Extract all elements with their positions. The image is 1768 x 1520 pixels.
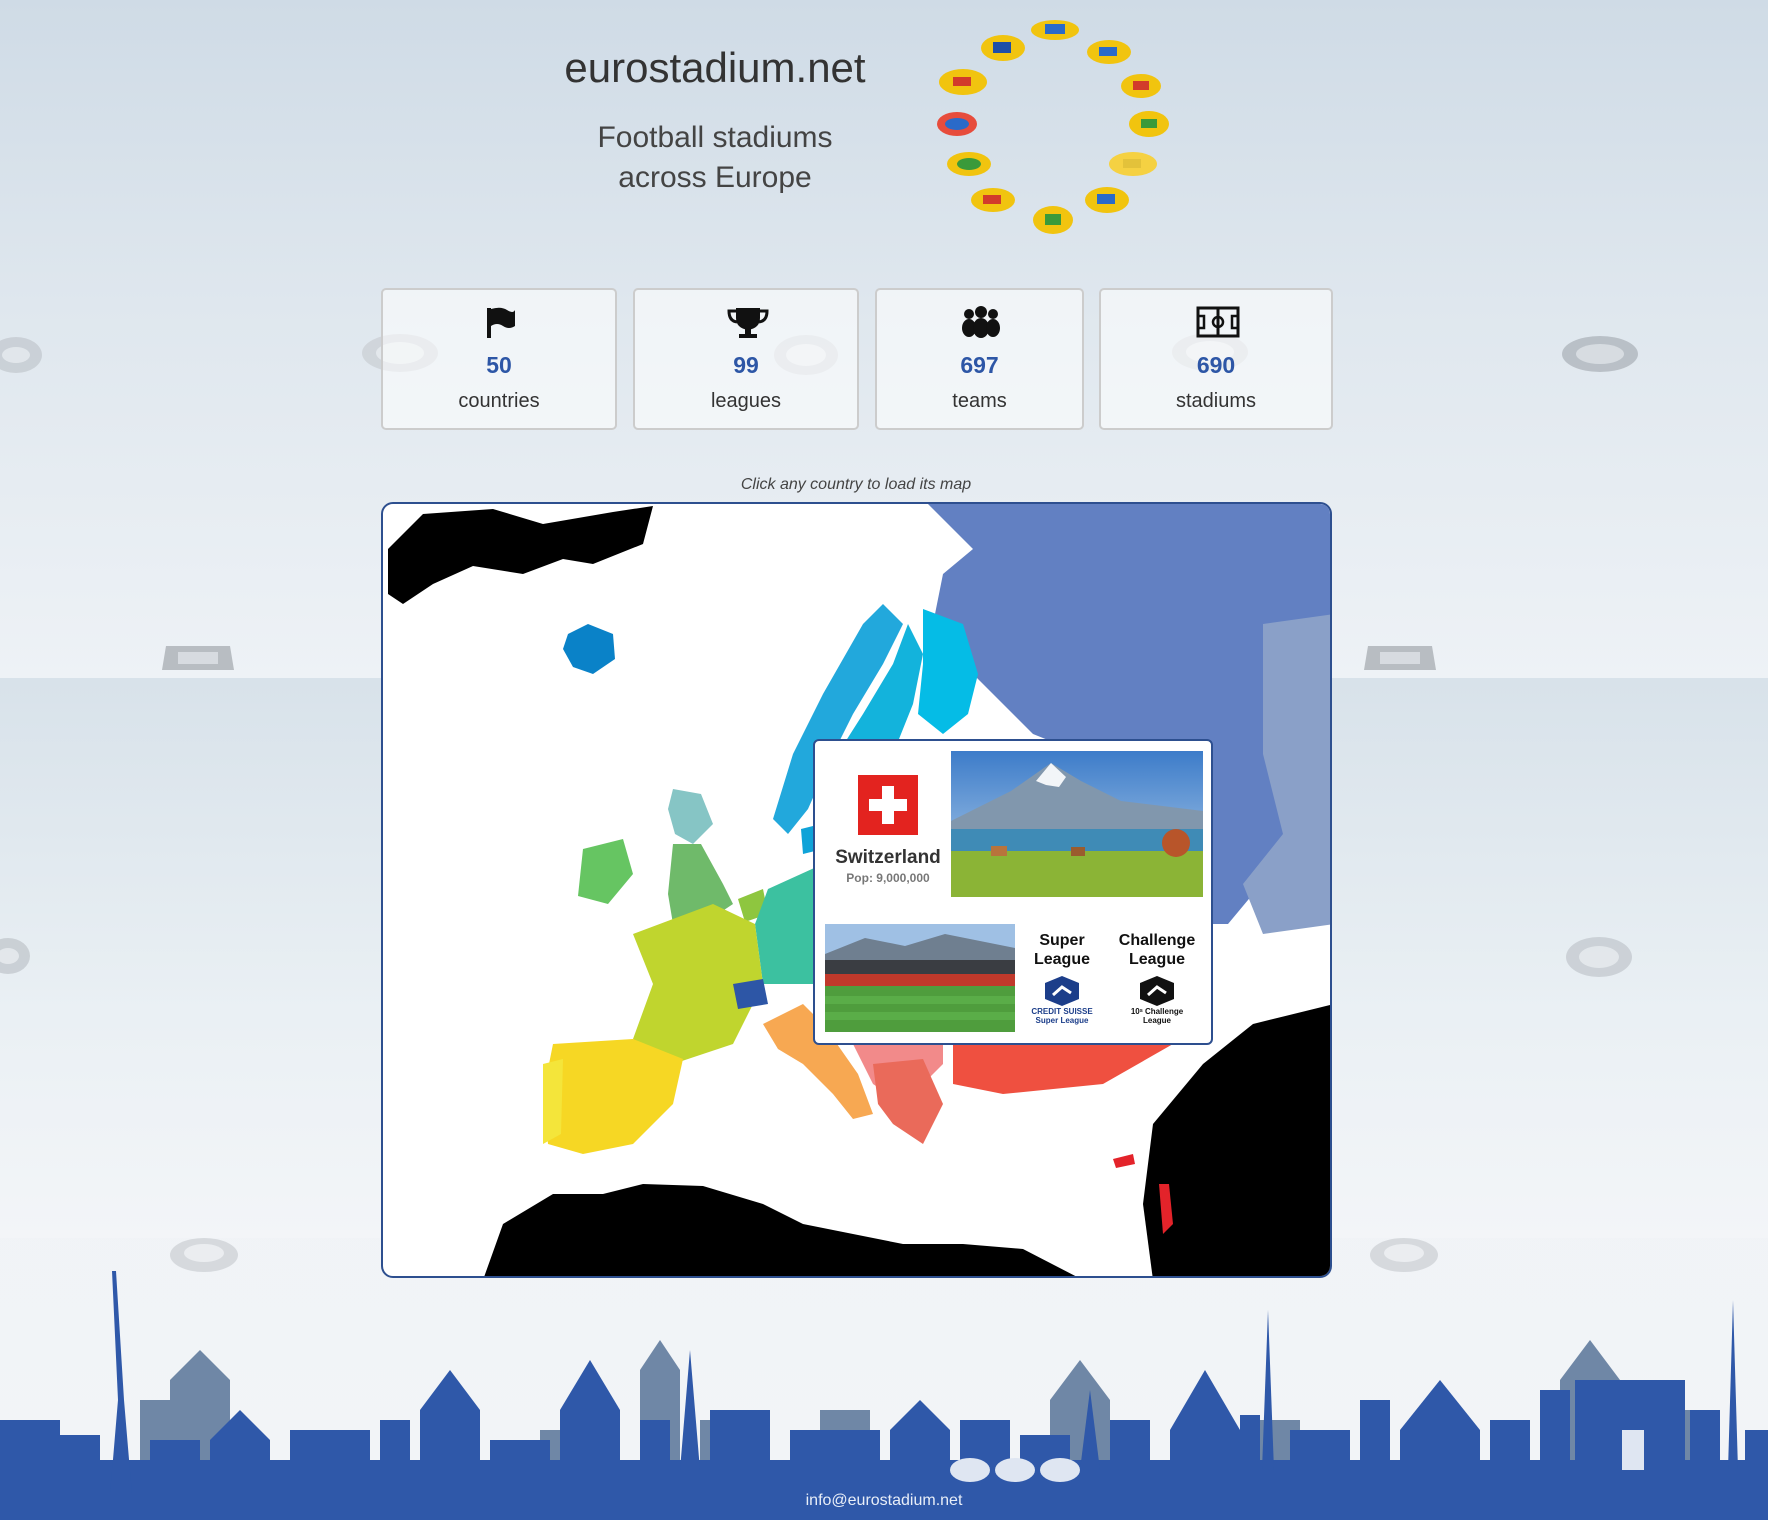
country-popup[interactable]: Switzerland Pop: 9,000,000 Super League <box>813 739 1213 1045</box>
stat-teams[interactable]: 697 teams <box>875 288 1084 430</box>
stadiums-count: 690 <box>1196 352 1236 378</box>
footer-email-link[interactable]: info@eurostadium.net <box>0 1492 1768 1510</box>
trophy-icon <box>727 308 769 338</box>
country-ireland[interactable] <box>578 839 633 904</box>
challenge-league-name-1: Challenge <box>1118 932 1196 949</box>
popup-population: Pop: 9,000,000 <box>846 871 930 885</box>
leagues-count: 99 <box>733 352 759 378</box>
super-league-name-2: League <box>1033 951 1090 968</box>
super-league-caption-2: Super League <box>1035 1016 1089 1025</box>
countries-count: 50 <box>486 352 512 378</box>
country-greenland[interactable] <box>388 506 653 604</box>
pitch-icon <box>1196 306 1240 338</box>
map-hint: Click any country to load its map <box>740 476 972 493</box>
stadium-decoration-icon <box>1562 336 1638 372</box>
challenge-league-name-2: League <box>1128 951 1185 968</box>
stadium-decoration-icon <box>0 938 30 974</box>
popup-country-name[interactable]: Switzerland <box>823 847 953 869</box>
challenge-league-logo-icon <box>1140 976 1174 1006</box>
site-title[interactable]: eurostadium.net <box>520 44 910 92</box>
team-icon <box>962 306 1000 338</box>
league-challenge-league[interactable]: Challenge League 10ˢ Challenge League <box>1112 931 1202 1025</box>
teams-label: teams <box>952 390 1007 412</box>
stadium-decoration-icon <box>170 1238 238 1272</box>
country-landscape-photo[interactable] <box>951 751 1203 897</box>
league-super-league[interactable]: Super League CREDIT SUISSE Super League <box>1017 931 1107 1025</box>
european-skyline <box>0 1271 1768 1520</box>
leagues-label: leagues <box>710 390 782 412</box>
stadium-decoration-icon <box>162 646 234 670</box>
country-cyprus[interactable] <box>1113 1154 1135 1168</box>
logo-stadium-icon <box>937 20 1169 234</box>
tagline-line-1: Football stadiums <box>597 121 833 154</box>
stadiums-label: stadiums <box>1175 390 1257 412</box>
stadium-photo[interactable] <box>825 924 1015 1032</box>
stadium-decoration-icon <box>0 337 42 373</box>
stat-stadiums[interactable]: 690 stadiums <box>1099 288 1333 430</box>
stadium-decoration-icon <box>1370 1238 1438 1272</box>
teams-count: 697 <box>960 352 999 378</box>
stadium-ring-logo[interactable] <box>935 16 1175 241</box>
stadium-decoration-icon <box>1364 646 1436 670</box>
country-portugal[interactable] <box>543 1059 563 1144</box>
stat-countries[interactable]: 50 countries <box>381 288 617 430</box>
stat-leagues[interactable]: 99 leagues <box>633 288 859 430</box>
country-iceland[interactable] <box>563 624 615 674</box>
super-league-logo-icon <box>1045 976 1079 1006</box>
country-switzerland[interactable] <box>733 979 768 1009</box>
stadium-decoration-icon <box>1566 937 1632 977</box>
challenge-league-caption-2: League <box>1142 1016 1171 1025</box>
switzerland-flag-icon <box>858 775 918 835</box>
tagline-line-2: across Europe <box>618 161 812 194</box>
flag-icon <box>487 307 515 338</box>
country-scotland[interactable] <box>668 789 713 844</box>
challenge-league-caption-1: 10ˢ Challenge <box>1130 1007 1184 1016</box>
countries-label: countries <box>458 390 540 412</box>
region-north-africa[interactable] <box>483 1184 1083 1278</box>
country-spain[interactable] <box>543 1039 683 1154</box>
site-tagline: Football stadiums across Europe <box>520 118 910 198</box>
super-league-caption-1: CREDIT SUISSE <box>1031 1007 1093 1016</box>
super-league-name-1: Super <box>1039 932 1085 949</box>
europe-map[interactable]: Switzerland Pop: 9,000,000 Super League <box>381 502 1332 1278</box>
region-middle-east[interactable] <box>1143 1004 1332 1278</box>
